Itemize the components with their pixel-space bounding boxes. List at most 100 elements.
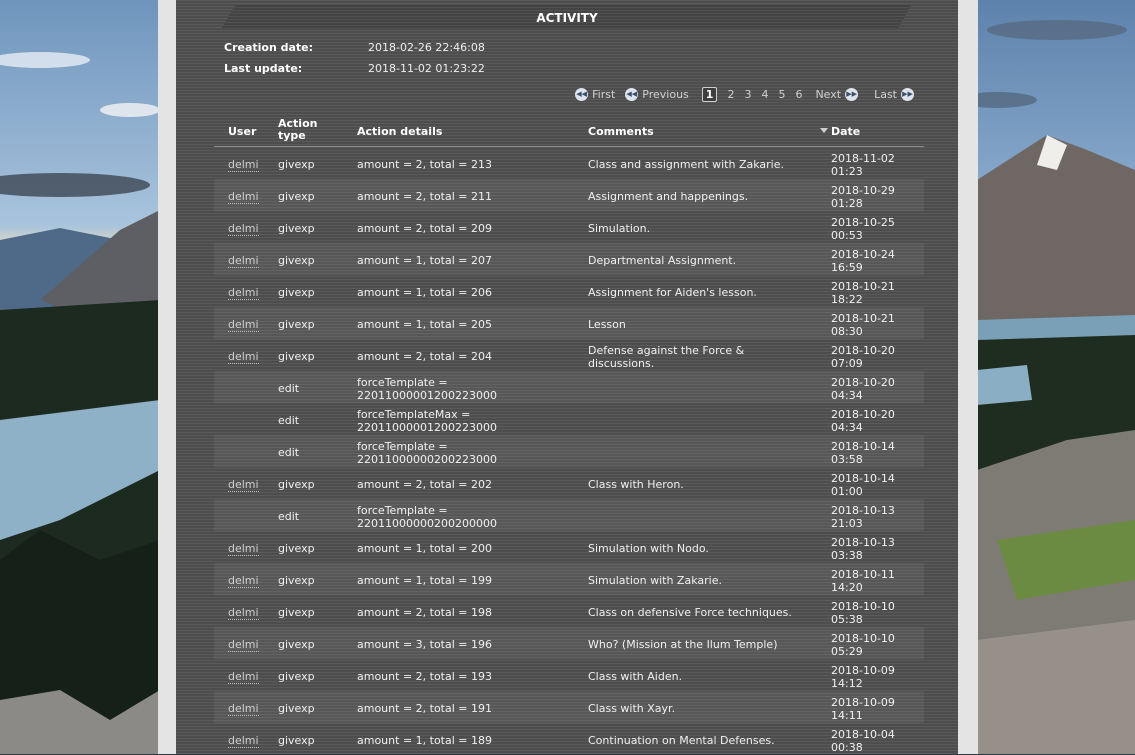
action-type-header-line2: type <box>278 129 306 142</box>
user-link[interactable]: delmi <box>228 702 259 716</box>
comments-cell: Who? (Mission at the Ilum Temple) <box>588 638 778 651</box>
previous-page-link[interactable]: ◀◀ Previous <box>625 87 689 101</box>
comments-cell: Lesson <box>588 318 626 331</box>
creation-date-label: Creation date: <box>224 41 314 54</box>
background-landscape-right <box>977 0 1135 754</box>
date-line: 2018-10-04 <box>831 728 895 741</box>
column-header-comments[interactable]: Comments <box>588 125 813 138</box>
action-details-cell: amount = 2, total = 193 <box>357 670 493 683</box>
user-link[interactable]: delmi <box>228 542 259 556</box>
page-1[interactable]: 1 <box>701 86 718 102</box>
time-line: 00:38 <box>831 741 863 754</box>
time-line: 01:28 <box>831 197 863 210</box>
time-line: 05:38 <box>831 613 863 626</box>
user-link[interactable]: delmi <box>228 478 259 492</box>
action-type-cell: givexp <box>278 318 315 331</box>
time-line: 18:22 <box>831 293 863 306</box>
user-link[interactable]: delmi <box>228 606 259 620</box>
user-link[interactable]: delmi <box>228 222 259 236</box>
action-type-cell: edit <box>278 382 300 395</box>
date-cell: 2018-10-24 16:59 <box>831 248 921 274</box>
action-details-line2: 22011000001200223000 <box>357 389 497 402</box>
action-details-line1: forceTemplate = <box>357 376 448 389</box>
action-type-cell: givexp <box>278 734 315 747</box>
time-line: 14:12 <box>831 677 863 690</box>
sort-desc-icon <box>820 128 828 133</box>
comments-cell: Defense against the Force & discussions. <box>588 344 813 370</box>
date-line: 2018-10-29 <box>831 184 895 197</box>
user-link[interactable]: delmi <box>228 670 259 684</box>
date-cell: 2018-10-10 05:29 <box>831 632 921 658</box>
time-line: 01:00 <box>831 485 863 498</box>
table-row: delmi givexp amount = 1, total = 199 Simula… <box>214 563 924 595</box>
column-header-date[interactable]: Date <box>820 125 860 138</box>
action-details-cell: amount = 1, total = 189 <box>357 734 493 747</box>
page-2[interactable]: 2 <box>727 88 734 101</box>
first-page-link[interactable]: ◀◀ First <box>575 87 616 101</box>
page-4[interactable]: 4 <box>761 88 768 101</box>
action-type-cell: givexp <box>278 542 315 555</box>
column-header-action-type[interactable]: Action type <box>278 118 317 142</box>
action-details-cell: forceTemplate = 22011000001200223000 <box>357 376 582 402</box>
table-row: delmi givexp amount = 2, total = 211 Assign… <box>214 179 924 211</box>
action-type-cell: givexp <box>278 190 315 203</box>
page-5[interactable]: 5 <box>778 88 785 101</box>
time-line: 16:59 <box>831 261 863 274</box>
date-line: 2018-10-09 <box>831 664 895 677</box>
double-left-icon: ◀◀ <box>575 87 589 101</box>
background-landscape-left <box>0 0 160 754</box>
date-cell: 2018-10-10 05:38 <box>831 600 921 626</box>
action-details-cell: amount = 2, total = 198 <box>357 606 493 619</box>
date-cell: 2018-10-14 01:00 <box>831 472 921 498</box>
user-link[interactable]: delmi <box>228 254 259 268</box>
double-right-icon: ▶▶ <box>845 87 859 101</box>
comments-cell: Class with Aiden. <box>588 670 683 683</box>
action-details-cell: amount = 2, total = 204 <box>357 350 493 363</box>
table-row: delmi givexp amount = 2, total = 213 Class … <box>214 147 924 179</box>
comments-cell: Simulation. <box>588 222 651 235</box>
creation-date-value: 2018-02-26 22:46:08 <box>368 41 485 54</box>
first-label: First <box>592 87 616 101</box>
user-link[interactable]: delmi <box>228 190 259 204</box>
date-line: 2018-10-11 <box>831 568 895 581</box>
table-row: delmi givexp amount = 2, total = 202 Class … <box>214 467 924 499</box>
action-type-cell: givexp <box>278 254 315 267</box>
action-details-line2: 22011000000200223000 <box>357 453 497 466</box>
comments-cell: Assignment and happenings. <box>588 190 749 203</box>
time-line: 00:53 <box>831 229 863 242</box>
date-cell: 2018-10-20 04:34 <box>831 408 921 434</box>
user-link[interactable]: delmi <box>228 350 259 364</box>
action-details-cell: forceTemplate = 22011000000200200000 <box>357 504 582 530</box>
date-cell: 2018-10-25 00:53 <box>831 216 921 242</box>
user-link[interactable]: delmi <box>228 286 259 300</box>
action-details-cell: amount = 1, total = 207 <box>357 254 493 267</box>
time-line: 01:23 <box>831 165 863 178</box>
table-row: edit forceTemplate = 22011000000200200000 2… <box>214 499 924 531</box>
column-header-user[interactable]: User <box>228 125 256 138</box>
user-link[interactable]: delmi <box>228 574 259 588</box>
action-details-cell: amount = 2, total = 211 <box>357 190 493 203</box>
date-line: 2018-10-24 <box>831 248 895 261</box>
next-page-link[interactable]: Next ▶▶ <box>815 87 859 101</box>
user-link[interactable]: delmi <box>228 638 259 652</box>
table-row: delmi givexp amount = 2, total = 191 Class … <box>214 691 924 723</box>
comments-cell: Simulation with Nodo. <box>588 542 709 555</box>
date-line: 2018-10-21 <box>831 312 895 325</box>
column-header-action-details[interactable]: Action details <box>357 125 582 138</box>
action-details-line1: forceTemplateMax = <box>357 408 471 421</box>
last-label: Last <box>874 87 897 101</box>
action-type-cell: givexp <box>278 574 315 587</box>
user-link[interactable]: delmi <box>228 318 259 332</box>
double-left-icon: ◀◀ <box>625 87 639 101</box>
content-frame: ACTIVITY Creation date: 2018-02-26 22:46… <box>158 0 978 754</box>
activity-table: User Action type Action details Comments… <box>214 116 924 755</box>
user-link[interactable]: delmi <box>228 158 259 172</box>
action-details-cell: amount = 2, total = 213 <box>357 158 493 171</box>
page-3[interactable]: 3 <box>744 88 751 101</box>
table-row: delmi givexp amount = 1, total = 205 Lesson… <box>214 307 924 339</box>
page-6[interactable]: 6 <box>795 88 802 101</box>
time-line: 03:58 <box>831 453 863 466</box>
last-page-link[interactable]: Last ▶▶ <box>874 87 914 101</box>
comments-cell: Assignment for Aiden's lesson. <box>588 286 757 299</box>
user-link[interactable]: delmi <box>228 734 259 748</box>
